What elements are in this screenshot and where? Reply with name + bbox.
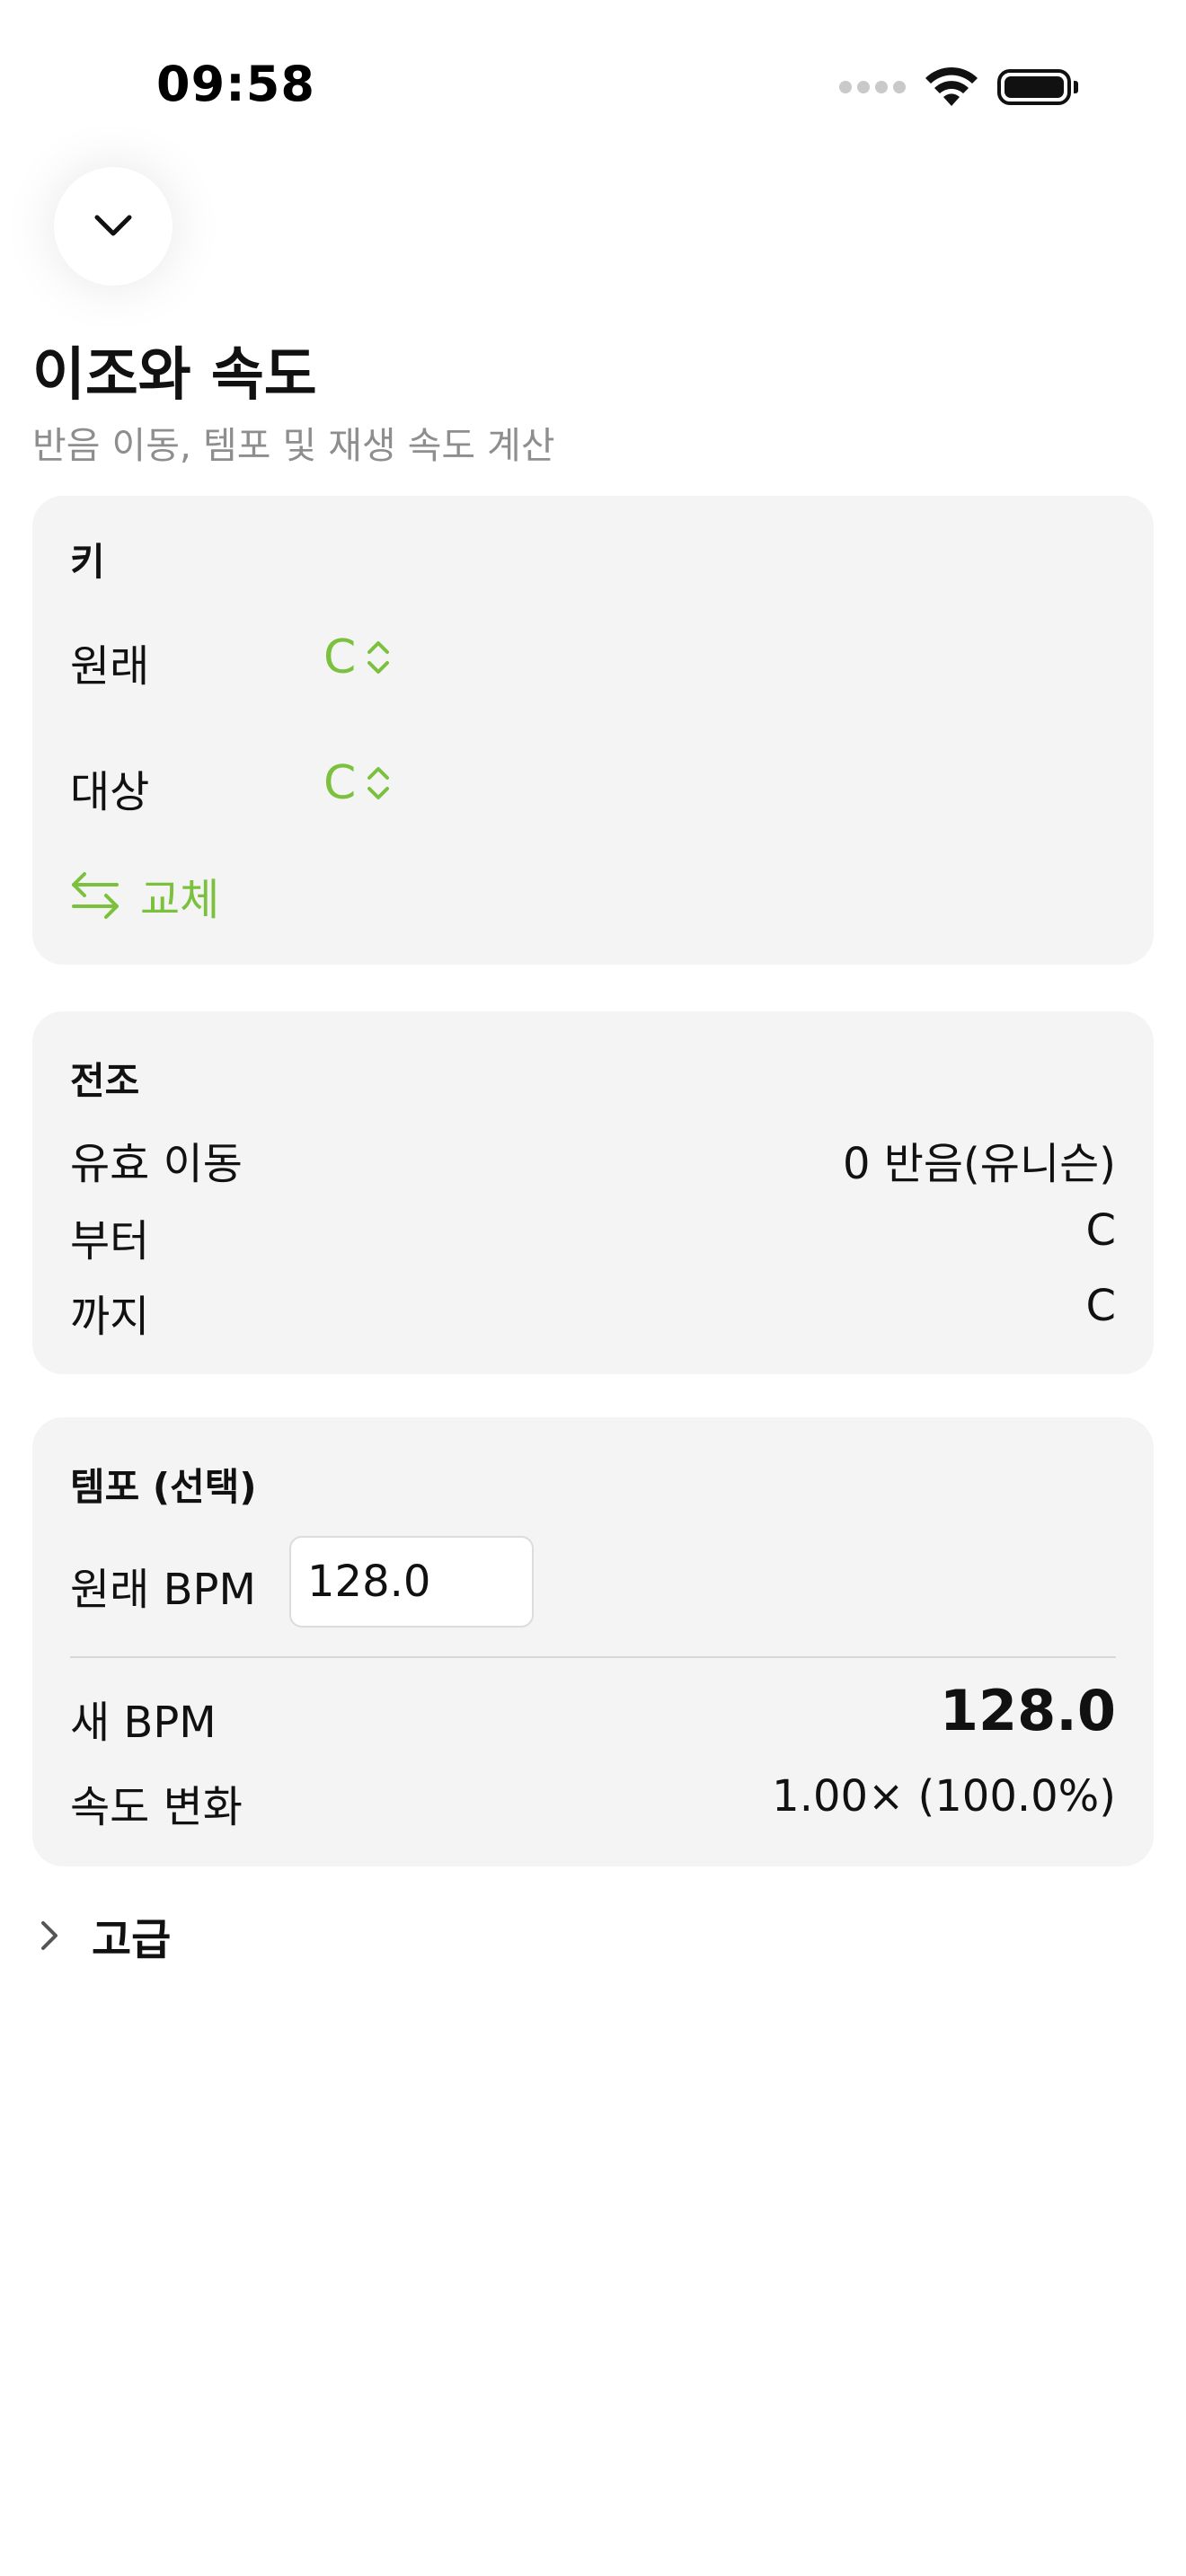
transpose-card: 전조 유효 이동 0 반음(유니슨) 부터 C 까지 C <box>32 1011 1154 1374</box>
status-icons <box>839 66 1078 108</box>
key-card: 키 원래 C 대상 C 교체 <box>32 496 1154 965</box>
cellular-signal-icon <box>839 81 906 93</box>
target-key-picker[interactable]: C <box>323 756 392 810</box>
original-bpm-input[interactable] <box>289 1536 534 1628</box>
page-subtitle: 반음 이동, 템포 및 재생 속도 계산 <box>32 424 555 467</box>
wifi-icon <box>925 66 978 106</box>
page-title: 이조와 속도 <box>32 342 317 409</box>
tempo-card-title: 템포 (선택) <box>70 1465 257 1509</box>
tempo-divider <box>70 1656 1116 1658</box>
swap-keys-label: 교체 <box>140 875 220 925</box>
status-time: 09:58 <box>156 56 315 112</box>
battery-icon <box>997 69 1078 105</box>
key-card-title: 키 <box>70 540 105 584</box>
to-key-label: 까지 <box>70 1292 150 1342</box>
original-bpm-label: 원래 BPM <box>70 1565 256 1615</box>
swap-keys-button[interactable]: 교체 <box>70 864 219 927</box>
speed-change-value: 1.00× (100.0%) <box>772 1771 1116 1822</box>
collapse-button[interactable] <box>54 167 173 286</box>
original-key-picker[interactable]: C <box>323 631 392 684</box>
effective-shift-value: 0 반음(유니슨) <box>842 1139 1116 1189</box>
chevron-down-icon <box>94 215 132 236</box>
transpose-card-title: 전조 <box>70 1059 140 1103</box>
tempo-card: 템포 (선택) 원래 BPM 새 BPM 128.0 속도 변화 1.00× (… <box>32 1417 1154 1866</box>
from-key-label: 부터 <box>70 1216 150 1266</box>
original-key-label: 원래 <box>70 641 150 692</box>
effective-shift-label: 유효 이동 <box>70 1139 243 1189</box>
new-bpm-label: 새 BPM <box>70 1698 217 1748</box>
advanced-label: 고급 <box>92 1915 172 1965</box>
to-key-value: C <box>1085 1281 1116 1331</box>
target-key-value: C <box>323 756 357 810</box>
chevron-right-icon <box>41 1921 58 1950</box>
original-key-value: C <box>323 631 357 684</box>
target-key-label: 대상 <box>70 767 150 817</box>
from-key-value: C <box>1085 1205 1116 1256</box>
new-bpm-value: 128.0 <box>939 1678 1116 1743</box>
chevron-up-down-icon <box>367 767 390 799</box>
swap-arrows-icon <box>72 872 119 919</box>
chevron-up-down-icon <box>367 641 390 674</box>
speed-change-label: 속도 변화 <box>70 1782 243 1832</box>
advanced-disclosure[interactable]: 고급 <box>40 1904 171 1967</box>
